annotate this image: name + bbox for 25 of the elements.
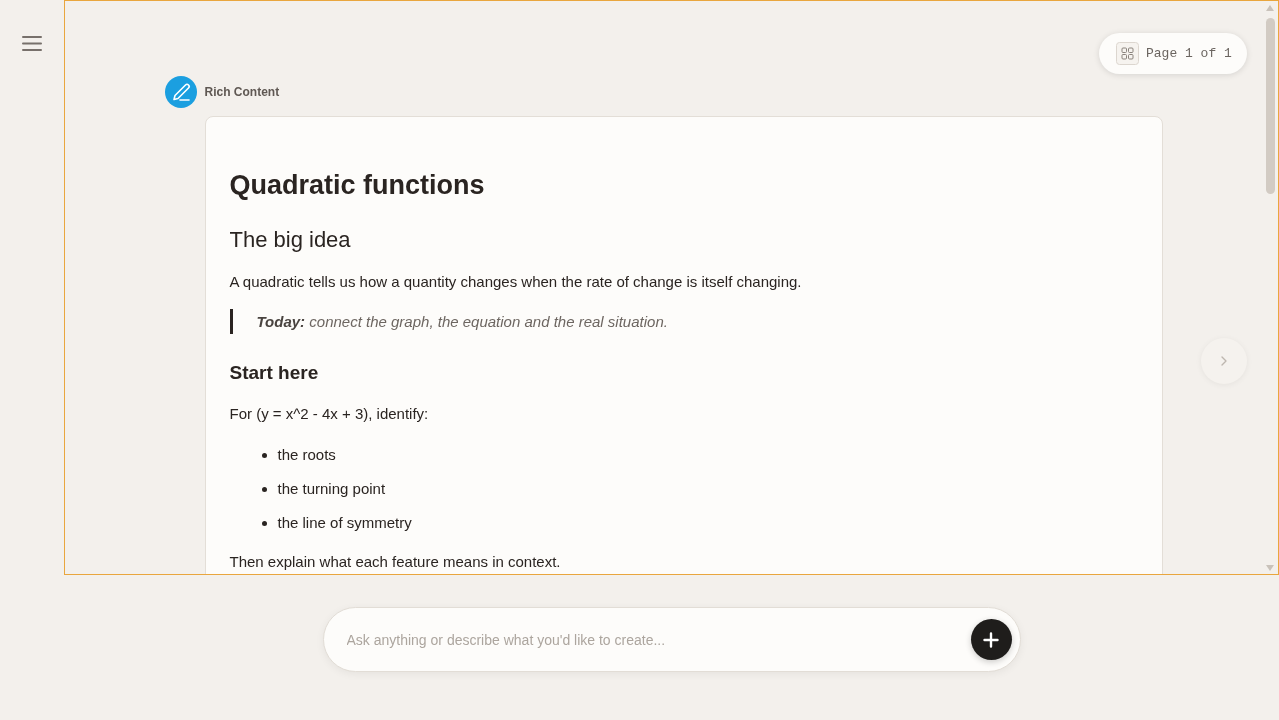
list-item-text: the turning point xyxy=(277,479,386,499)
add-button[interactable] xyxy=(970,619,1012,660)
scroll-down-arrow-icon[interactable] xyxy=(1266,565,1274,571)
paragraph: A quadratic tells us how a quantity changes when the rate of change is itself changing. xyxy=(229,273,803,291)
menu-icon[interactable] xyxy=(22,36,42,51)
message-field[interactable]: Ask anything or describe what you'd like to create... xyxy=(322,607,1021,672)
list-item-text: the line of symmetry xyxy=(277,513,412,533)
message-input[interactable]: Ask anything or describe what you'd like to create... xyxy=(346,621,959,658)
section-heading: The big idea xyxy=(229,226,352,254)
page-indicator[interactable]: Page 1 of 1 xyxy=(1099,33,1247,74)
subsection-heading: Start here xyxy=(229,361,320,385)
plus-icon xyxy=(983,631,999,648)
scroll-up-arrow-icon[interactable] xyxy=(1266,5,1274,11)
bullet-icon xyxy=(261,452,267,458)
pencil-icon xyxy=(164,76,197,108)
paragraph: For (y = x^2 - 4x + 3), identify: xyxy=(229,405,430,423)
source-label: Rich Content xyxy=(204,84,280,101)
bullet-icon xyxy=(261,520,267,526)
page-title: Quadratic functions xyxy=(229,169,486,201)
paragraph: Then explain what each feature means in context. xyxy=(229,553,562,571)
quote-callout: Today: connect the graph, the equation and the real situation. xyxy=(229,309,1138,334)
scrollbar-thumb[interactable] xyxy=(1265,18,1275,194)
list-item-text: the roots xyxy=(277,445,336,465)
bullet-icon xyxy=(261,486,267,492)
grid-icon xyxy=(1116,42,1139,65)
